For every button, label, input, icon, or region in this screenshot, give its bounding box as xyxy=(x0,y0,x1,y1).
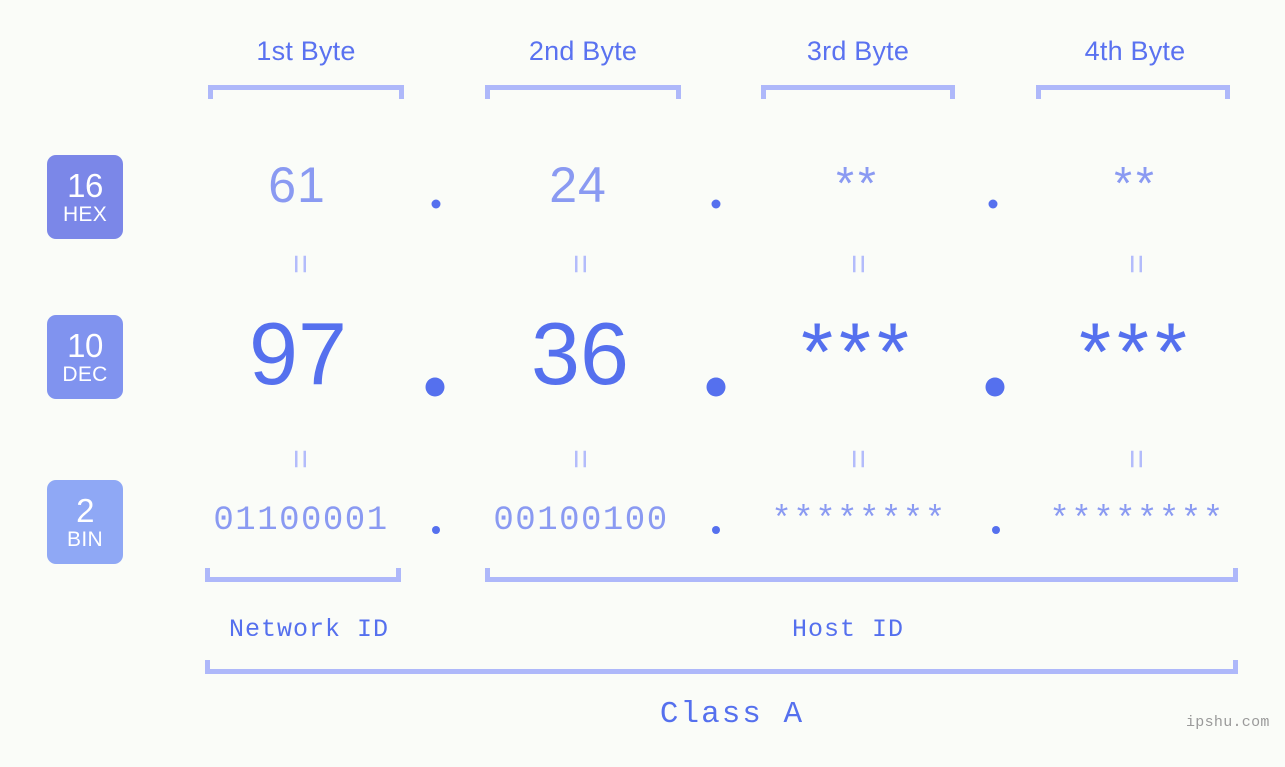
hex-byte-4-value: ** xyxy=(1114,157,1158,209)
equals-hex-dec-2: = xyxy=(561,254,599,274)
bin-dot-separator-3 xyxy=(992,526,1000,534)
host-id-label: Host ID xyxy=(791,615,905,644)
hex-dot-separator-1 xyxy=(431,199,441,209)
byte-header-3: 3rd Byte xyxy=(806,36,910,66)
radix-badge-dec-number: 10 xyxy=(67,327,103,364)
dec-byte-2-value: 36 xyxy=(531,304,629,403)
radix-badge-hex-number: 16 xyxy=(67,167,103,204)
dec-byte-4-value: *** xyxy=(1079,307,1193,398)
byte-bracket-2 xyxy=(485,85,681,99)
radix-badge-bin-name: BIN xyxy=(67,528,103,551)
dec-dot-separator-3 xyxy=(985,377,1005,397)
equals-hex-dec-4: = xyxy=(1117,254,1155,274)
equals-hex-dec-1: = xyxy=(281,254,319,274)
equals-dec-bin-1: = xyxy=(281,449,319,469)
equals-dec-bin-2: = xyxy=(561,449,599,469)
dec-byte-1-value: 97 xyxy=(249,304,347,403)
radix-badge-hex: 16 HEX xyxy=(47,155,123,239)
network-id-label: Network ID xyxy=(228,615,390,644)
bin-byte-2-value: 00100100 xyxy=(493,502,669,540)
network-id-bracket xyxy=(205,568,401,582)
bin-byte-1-value: 01100001 xyxy=(213,502,389,540)
byte-header-2: 2nd Byte xyxy=(528,36,638,66)
ip-address-breakdown-diagram: 1st Byte 2nd Byte 3rd Byte 4th Byte 16 H… xyxy=(0,0,1285,767)
bin-byte-4-value: ******** xyxy=(1049,502,1225,540)
byte-header-1: 1st Byte xyxy=(256,36,356,66)
radix-badge-bin: 2 BIN xyxy=(47,480,123,564)
bin-dot-separator-2 xyxy=(712,526,720,534)
equals-hex-dec-3: = xyxy=(839,254,877,274)
hex-byte-1-value: 61 xyxy=(268,157,326,213)
hex-dot-separator-2 xyxy=(711,199,721,209)
watermark-ipshu: ipshu.com xyxy=(1186,714,1270,731)
dec-dot-separator-1 xyxy=(425,377,445,397)
bin-dot-separator-1 xyxy=(432,526,440,534)
byte-bracket-3 xyxy=(761,85,955,99)
dec-byte-3-value: *** xyxy=(801,307,915,398)
byte-bracket-4 xyxy=(1036,85,1230,99)
radix-badge-hex-name: HEX xyxy=(62,203,108,226)
class-bracket xyxy=(205,660,1238,674)
radix-badge-bin-number: 2 xyxy=(76,492,94,529)
byte-bracket-1 xyxy=(208,85,404,99)
class-label: Class A xyxy=(659,697,805,732)
radix-badge-dec: 10 DEC xyxy=(47,315,123,399)
radix-badge-dec-name: DEC xyxy=(62,363,108,386)
dec-dot-separator-2 xyxy=(706,377,726,397)
equals-dec-bin-4: = xyxy=(1117,449,1155,469)
hex-byte-3-value: ** xyxy=(836,157,880,209)
equals-dec-bin-3: = xyxy=(839,449,877,469)
hex-byte-2-value: 24 xyxy=(549,157,607,213)
bin-byte-3-value: ******** xyxy=(771,502,947,540)
byte-header-4: 4th Byte xyxy=(1084,36,1186,66)
host-id-bracket xyxy=(485,568,1238,582)
hex-dot-separator-3 xyxy=(988,199,998,209)
